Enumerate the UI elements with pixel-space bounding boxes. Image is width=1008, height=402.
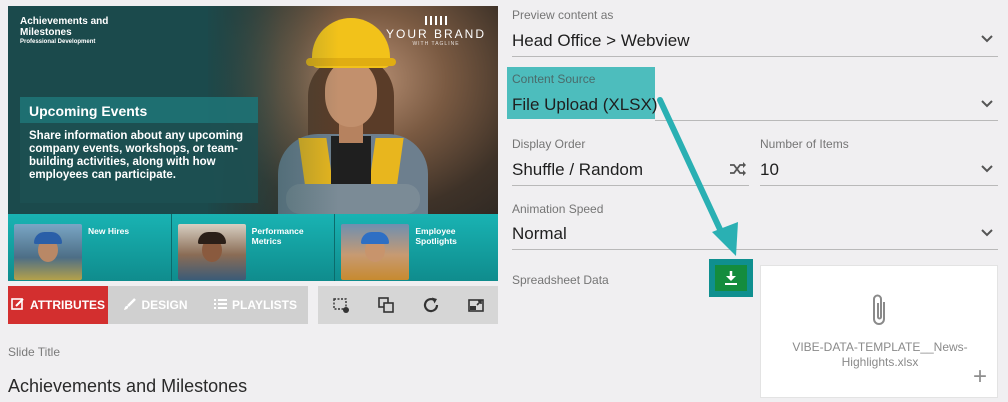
brush-icon — [123, 297, 137, 313]
number-of-items-label: Number of Items — [760, 137, 849, 151]
tab-attributes[interactable]: ATTRIBUTES — [8, 286, 108, 324]
crop-icon[interactable] — [330, 294, 352, 316]
preview-subtitle: Professional Development — [20, 39, 96, 45]
slide-title-label: Slide Title — [8, 345, 61, 359]
uploaded-file-name: VIBE-DATA-TEMPLATE__News-Highlights.xlsx — [792, 340, 968, 369]
content-source-select[interactable]: File Upload (XLSX) — [512, 95, 658, 115]
add-file-icon[interactable]: + — [973, 365, 987, 389]
preview-toolbar — [318, 286, 498, 324]
display-order-label: Display Order — [512, 137, 586, 151]
preview-content-select[interactable]: Head Office > Webview — [512, 31, 690, 51]
tab-design[interactable]: DESIGN — [108, 286, 203, 324]
chevron-down-icon[interactable] — [980, 99, 994, 109]
event-text: Share information about any upcoming com… — [29, 130, 244, 181]
content-source-label: Content Source — [512, 72, 596, 86]
preview-title: Achievements and Milestones — [20, 16, 109, 38]
tile-photo — [341, 224, 410, 280]
shuffle-icon — [730, 162, 746, 176]
list-icon — [214, 298, 228, 312]
chevron-down-icon[interactable] — [980, 164, 994, 174]
number-of-items-select[interactable]: 10 — [760, 160, 779, 180]
file-upload-box[interactable]: VIBE-DATA-TEMPLATE__News-Highlights.xlsx… — [760, 265, 998, 398]
preview-tiles: New Hires Performance Metrics Employee S… — [8, 214, 498, 281]
editor-tabs: ATTRIBUTES DESIGN PLAYLISTS — [8, 286, 308, 324]
animation-speed-label: Animation Speed — [512, 202, 604, 216]
download-icon — [725, 271, 737, 285]
edit-icon — [11, 297, 25, 313]
tile-performance-metrics: Performance Metrics — [171, 214, 336, 281]
tile-new-hires: New Hires — [8, 214, 172, 281]
resize-icon[interactable] — [465, 294, 487, 316]
event-heading: Upcoming Events — [29, 103, 148, 119]
chevron-down-icon[interactable] — [980, 34, 994, 44]
layers-icon[interactable] — [375, 294, 397, 316]
tab-playlists[interactable]: PLAYLISTS — [203, 286, 308, 324]
paperclip-icon — [873, 294, 885, 325]
tile-employee-spotlights: Employee Spotlights — [335, 214, 498, 281]
refresh-icon[interactable] — [420, 294, 442, 316]
slide-title-input[interactable]: Achievements and Milestones — [8, 376, 247, 397]
download-template-button[interactable] — [709, 259, 753, 297]
brand-logo: YOUR BRAND WITH TAGLINE — [386, 16, 486, 47]
chevron-down-icon[interactable] — [980, 228, 994, 238]
spreadsheet-data-label: Spreadsheet Data — [512, 273, 609, 287]
display-order-select[interactable]: Shuffle / Random — [512, 160, 643, 180]
tile-photo — [14, 224, 82, 280]
tile-photo — [177, 224, 246, 280]
preview-content-label: Preview content as — [512, 8, 614, 22]
slide-preview: YOUR BRAND WITH TAGLINE Achievements and… — [8, 6, 498, 281]
animation-speed-select[interactable]: Normal — [512, 224, 567, 244]
